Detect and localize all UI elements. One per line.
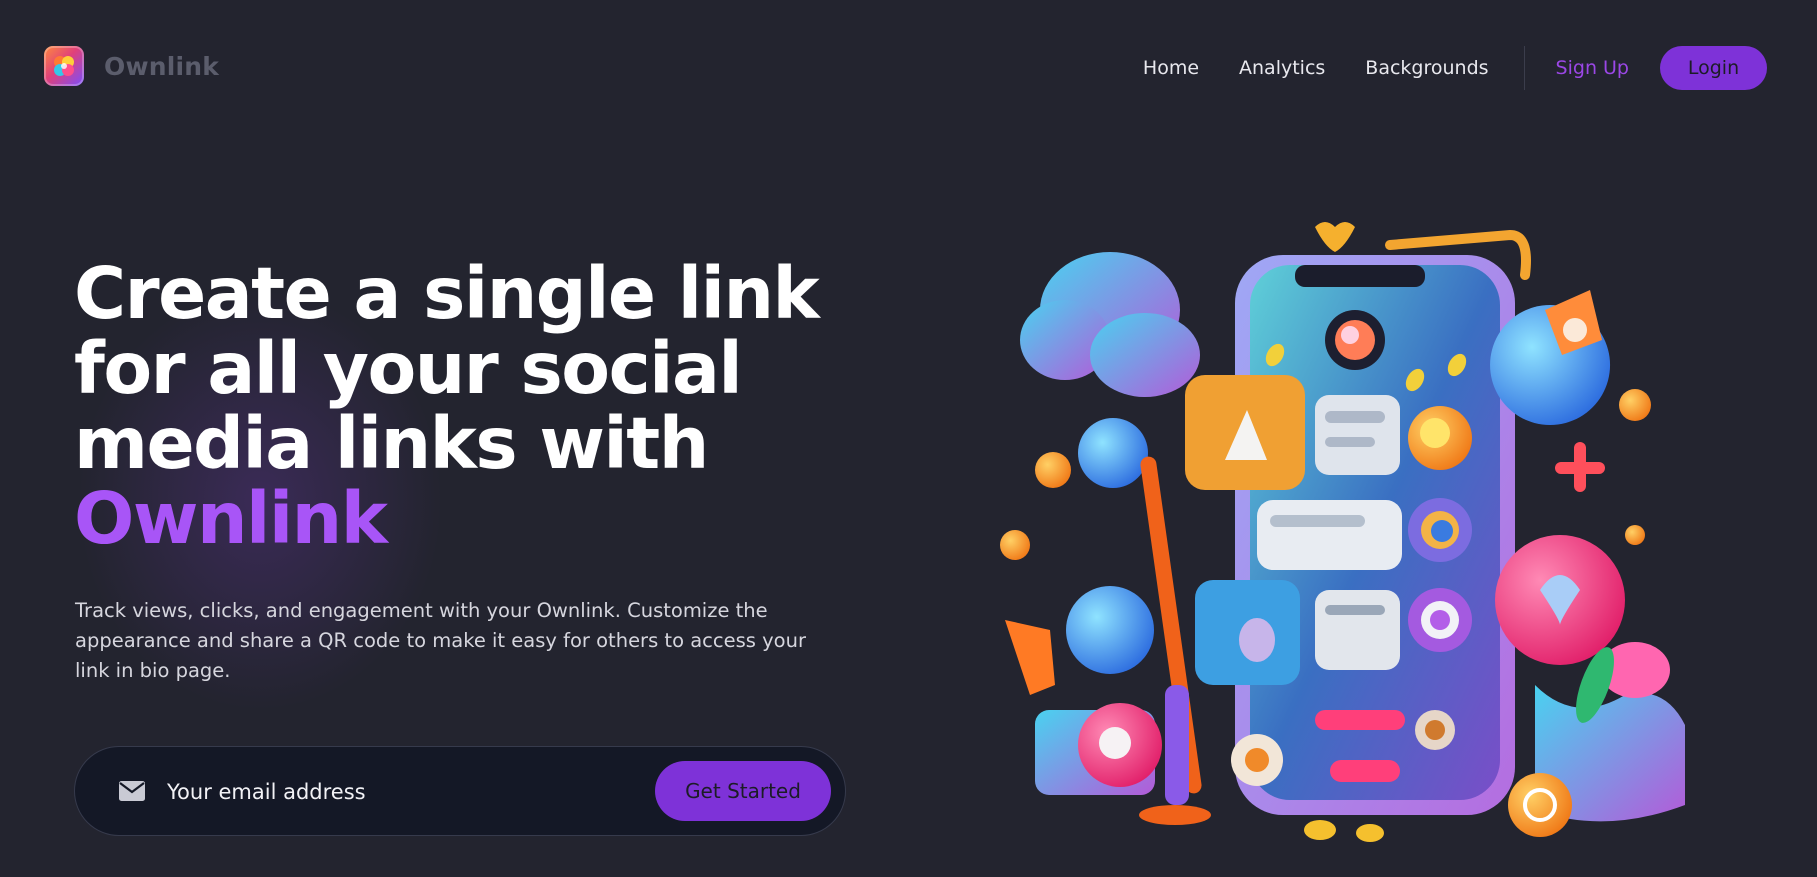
brand-name: Ownlink <box>104 51 220 81</box>
get-started-button[interactable]: Get Started <box>655 761 831 821</box>
hero-title-line: for all your social <box>74 327 743 410</box>
nav-link-home[interactable]: Home <box>1143 57 1199 79</box>
nav-link-analytics[interactable]: Analytics <box>1239 57 1325 79</box>
email-input[interactable] <box>165 767 629 817</box>
landing-page: Ownlink Home Analytics Backgrounds Sign … <box>0 0 1817 877</box>
nav-link-backgrounds[interactable]: Backgrounds <box>1365 57 1488 79</box>
flower-logo-icon <box>44 46 84 86</box>
sign-up-link[interactable]: Sign Up <box>1556 57 1629 79</box>
top-navbar: Ownlink Home Analytics Backgrounds Sign … <box>0 0 1817 134</box>
hero-title: Create a single link for all your social… <box>74 256 874 556</box>
hero-title-line: media links with <box>74 402 709 485</box>
hero-title-accent: Ownlink <box>74 477 388 560</box>
brand[interactable]: Ownlink <box>44 46 219 86</box>
email-signup-form: Get Started <box>74 746 846 836</box>
phone-illustration <box>995 215 1715 855</box>
nav-menu: Home Analytics Backgrounds Sign Up Login <box>1143 46 1767 90</box>
nav-divider <box>1523 46 1525 90</box>
hero-title-line: Create a single link <box>74 252 820 335</box>
envelope-icon <box>119 781 145 805</box>
login-button[interactable]: Login <box>1660 46 1767 90</box>
hero-description: Track views, clicks, and engagement with… <box>75 599 806 682</box>
